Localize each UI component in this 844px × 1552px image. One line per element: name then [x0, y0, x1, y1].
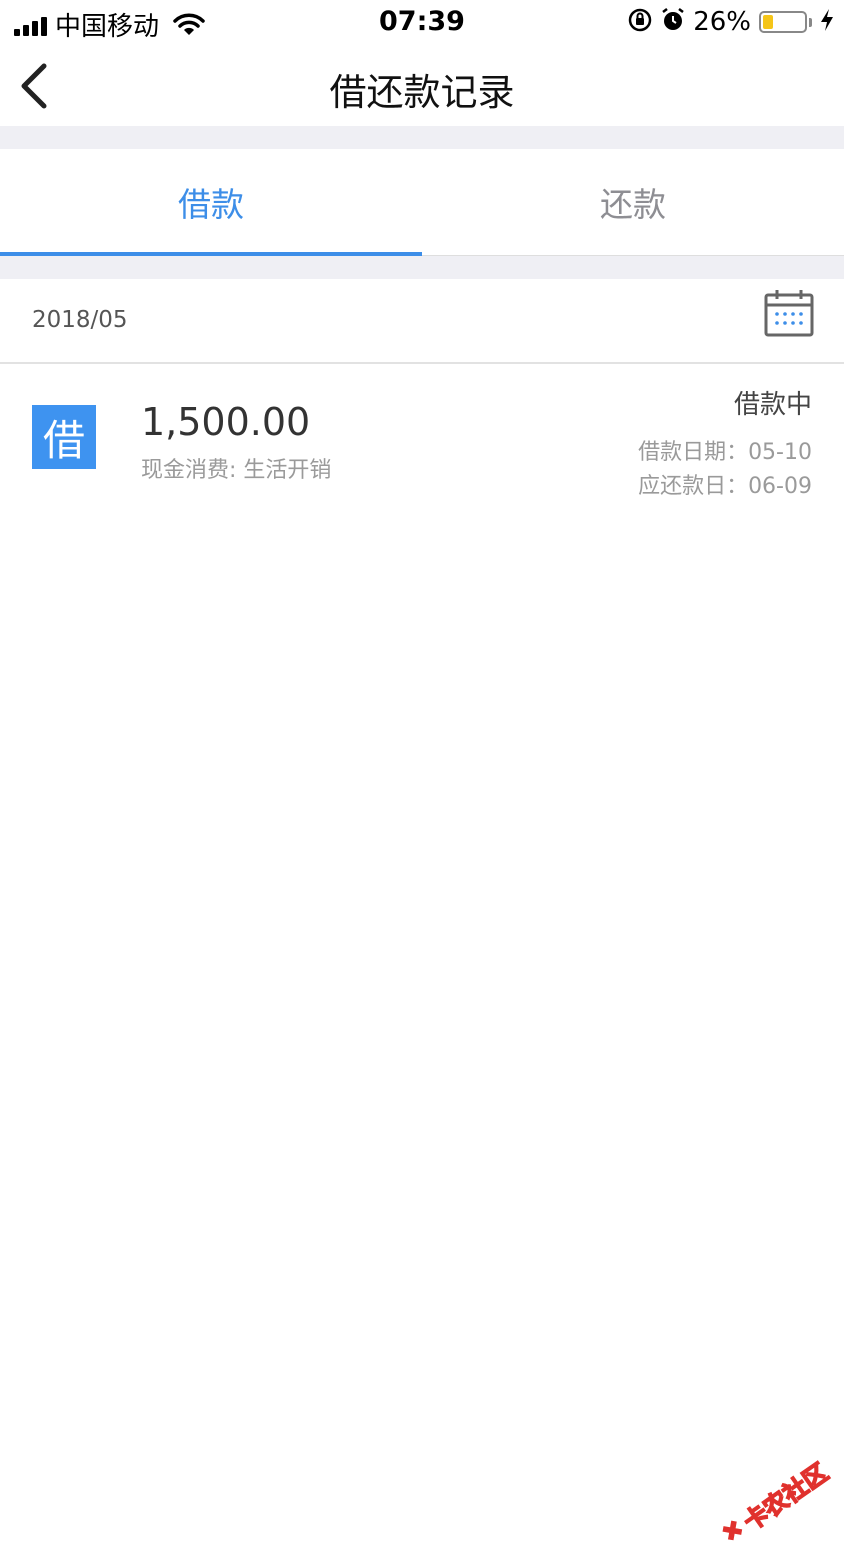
battery-percent: 26% [693, 7, 751, 37]
month-header: 2018/05 [0, 279, 844, 364]
watermark-logo: ✖ 卡农社区 [714, 1453, 835, 1552]
navigation-bar: 借还款记录 [0, 48, 844, 126]
separator-band [0, 256, 844, 279]
tab-repay[interactable]: 还款 [422, 149, 844, 255]
loan-purpose: 现金消费: 生活开销 [141, 458, 332, 483]
loan-date: 借款日期：05-10 [638, 440, 812, 465]
loan-status: 借款中 [733, 390, 812, 420]
watermark-text: 卡农社区 [738, 1457, 834, 1537]
separator-band [0, 126, 844, 149]
list-item[interactable]: 借 1,500.00 现金消费: 生活开销 借款中 借款日期：05-10 应还款… [0, 364, 844, 514]
loan-type-badge: 借 [32, 405, 96, 469]
page-title: 借还款记录 [329, 71, 515, 114]
status-bar: 中国移动 07:39 26% [0, 0, 844, 48]
month-label: 2018/05 [32, 307, 128, 333]
calendar-icon[interactable] [764, 289, 814, 341]
tab-borrow[interactable]: 借款 [0, 149, 422, 256]
battery-icon [759, 11, 807, 33]
loan-amount: 1,500.00 [141, 400, 311, 444]
charging-bolt-icon [820, 8, 834, 36]
due-date: 应还款日：06-09 [638, 474, 812, 499]
alarm-icon [661, 7, 685, 37]
orientation-lock-icon [627, 7, 653, 37]
tab-bar: 借款 还款 [0, 149, 844, 256]
